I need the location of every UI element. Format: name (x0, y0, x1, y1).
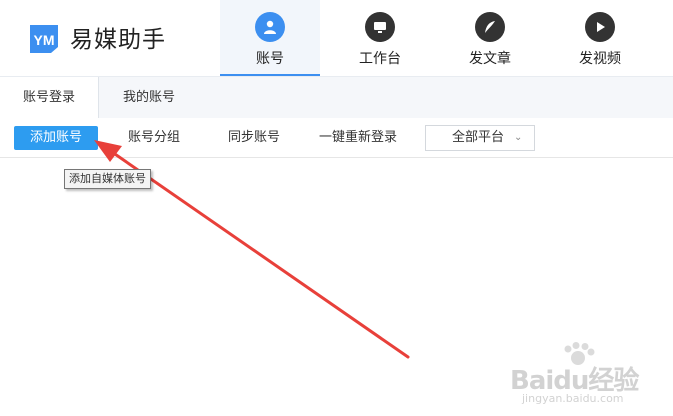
watermark-url: jingyan.baidu.com (522, 392, 624, 405)
baidu-watermark: Baidu经验 jingyan.baidu.com (510, 342, 660, 410)
add-account-tooltip: 添加自媒体账号 (64, 169, 151, 189)
